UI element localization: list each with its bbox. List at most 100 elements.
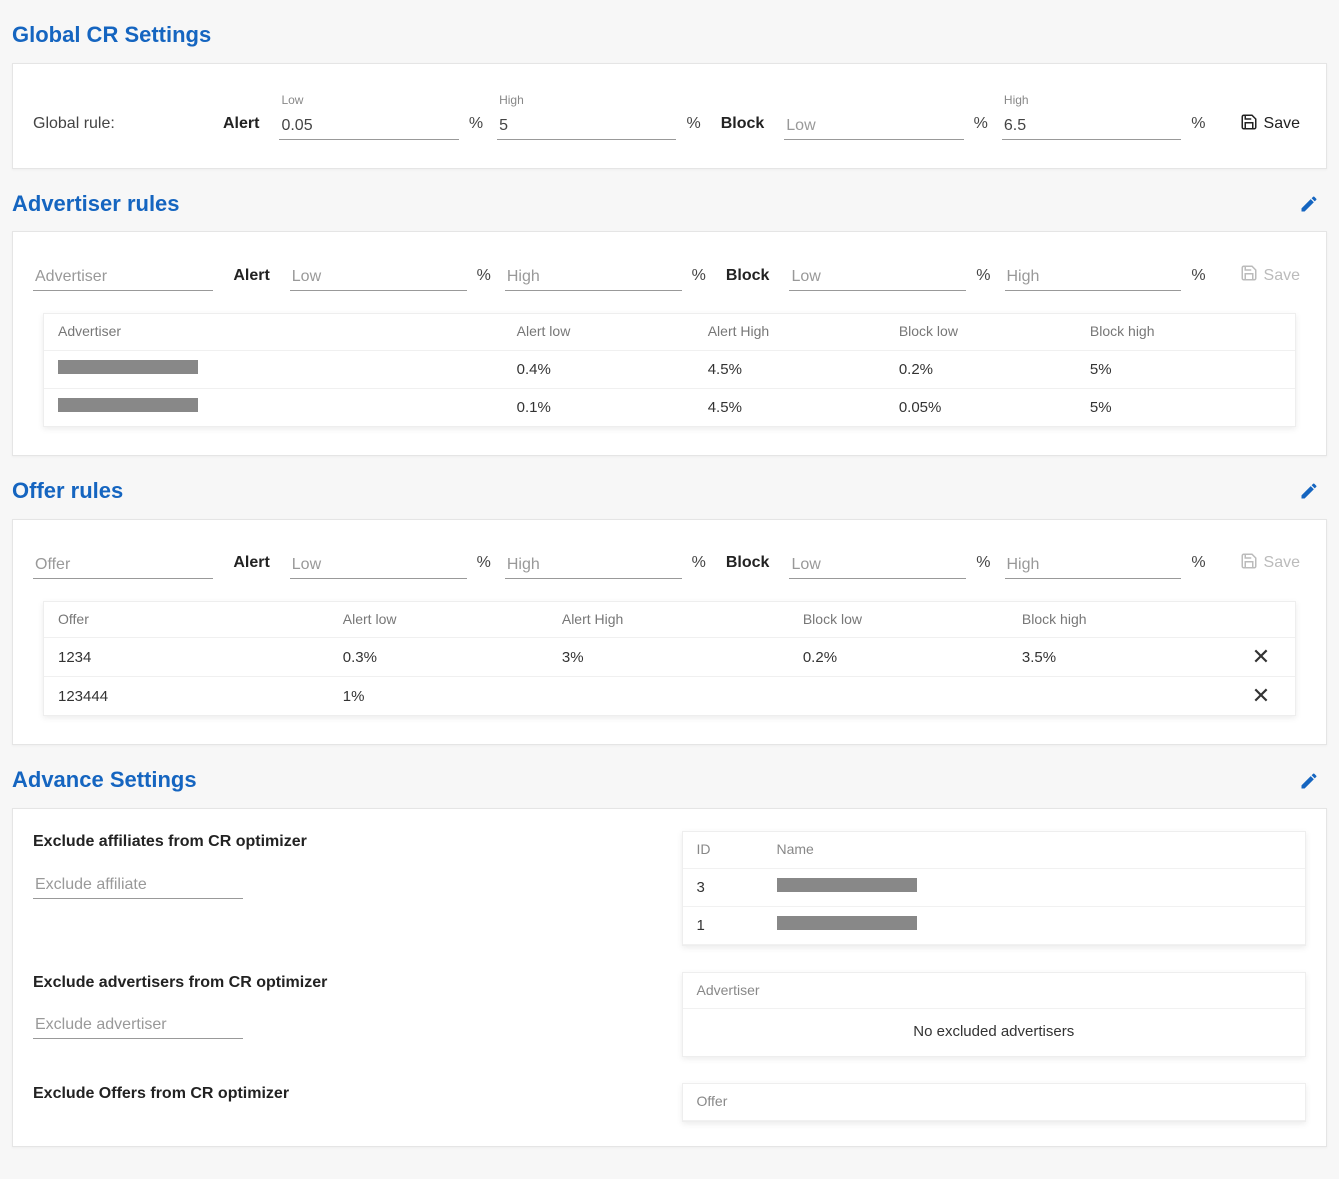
percent-sign: % (477, 265, 491, 291)
exclude-offers-title: Exclude Offers from CR optimizer (33, 1083, 658, 1105)
global-block-low-input[interactable] (784, 113, 963, 140)
offer-block-high-input[interactable] (1005, 552, 1182, 579)
exclude-affiliate-input[interactable] (33, 872, 243, 899)
advertiser-alert-high-input[interactable] (505, 264, 682, 291)
section-title-advance: Advance Settings (12, 765, 197, 796)
delete-row-icon[interactable]: ✕ (1241, 646, 1281, 668)
save-icon (1240, 552, 1258, 575)
advertiser-panel: Alert % % Block % % Save Advertiser Aler… (12, 231, 1327, 456)
table-row: 123444 1% ✕ (44, 677, 1295, 715)
cell-alert-high: 3% (562, 647, 803, 668)
advertiser-save-button[interactable]: Save (1234, 260, 1306, 291)
cell-alert-high: 4.5% (708, 397, 899, 418)
advertiser-entity-input[interactable] (33, 264, 213, 291)
cell-alert-high: 4.5% (708, 359, 899, 380)
low-label: Low (279, 92, 458, 109)
col-offer: Offer (58, 610, 343, 630)
col-alert-low: Alert low (343, 610, 562, 630)
global-alert-low-input[interactable] (279, 113, 458, 140)
edit-icon[interactable] (1299, 481, 1327, 501)
cell-alert-low: 0.3% (343, 647, 562, 668)
table-row: 3 (683, 869, 1306, 907)
offer-save-button[interactable]: Save (1234, 548, 1306, 579)
redacted-name (58, 398, 198, 412)
high-label: High (1002, 92, 1181, 109)
save-label: Save (1264, 115, 1300, 133)
block-label: Block (726, 265, 770, 291)
percent-sign: % (692, 552, 706, 578)
table-row: 1 (683, 907, 1306, 945)
cell-block-high: 5% (1090, 359, 1281, 380)
redacted-name (777, 916, 917, 930)
col-alert-high: Alert High (708, 322, 899, 342)
offer-block-low-input[interactable] (789, 552, 966, 579)
cell-block-high: 5% (1090, 397, 1281, 418)
alert-label: Alert (233, 552, 269, 578)
cell-block-high: 3.5% (1022, 647, 1241, 668)
save-label: Save (1264, 554, 1300, 572)
cell-id: 1 (697, 915, 777, 936)
percent-sign: % (976, 552, 990, 578)
redacted-name (777, 878, 917, 892)
section-title-global: Global CR Settings (12, 20, 211, 51)
percent-sign: % (477, 552, 491, 578)
exclude-affiliates-title: Exclude affiliates from CR optimizer (33, 831, 658, 853)
percent-sign: % (1191, 265, 1205, 291)
global-rule-label: Global rule: (33, 113, 173, 139)
cell-alert-low: 1% (343, 686, 562, 707)
col-alert-high: Alert High (562, 610, 803, 630)
save-icon (1240, 264, 1258, 287)
advertiser-table: Advertiser Alert low Alert High Block lo… (43, 313, 1296, 427)
delete-row-icon[interactable]: ✕ (1241, 685, 1281, 707)
global-block-high-input[interactable] (1002, 113, 1181, 140)
percent-sign: % (974, 113, 988, 139)
col-block-low: Block low (803, 610, 1022, 630)
advance-panel: Exclude affiliates from CR optimizer ID … (12, 808, 1327, 1147)
empty-state: No excluded advertisers (683, 1009, 1306, 1056)
percent-sign: % (976, 265, 990, 291)
col-offer: Offer (697, 1092, 1292, 1112)
block-label: Block (721, 113, 765, 139)
block-label: Block (726, 552, 770, 578)
cell-alert-low: 0.1% (517, 397, 708, 418)
cell-offer: 123444 (58, 686, 343, 707)
offer-entity-input[interactable] (33, 552, 213, 579)
cell-block-low: 0.2% (899, 359, 1090, 380)
global-save-button[interactable]: Save (1234, 109, 1306, 140)
offer-alert-low-input[interactable] (290, 552, 467, 579)
col-id: ID (697, 840, 777, 860)
edit-icon[interactable] (1299, 194, 1327, 214)
percent-sign: % (1191, 552, 1205, 578)
percent-sign: % (469, 113, 483, 139)
high-label: High (497, 92, 676, 109)
advertiser-block-high-input[interactable] (1005, 264, 1182, 291)
cell-alert-low: 0.4% (517, 359, 708, 380)
global-alert-high-input[interactable] (497, 113, 676, 140)
exclude-advertisers-title: Exclude advertisers from CR optimizer (33, 972, 658, 994)
cell-block-low: 0.05% (899, 397, 1090, 418)
exclude-advertiser-input[interactable] (33, 1012, 243, 1039)
percent-sign: % (692, 265, 706, 291)
advertiser-alert-low-input[interactable] (290, 264, 467, 291)
edit-icon[interactable] (1299, 771, 1327, 791)
col-name: Name (777, 840, 1292, 860)
table-row: 0.4% 4.5% 0.2% 5% (44, 351, 1295, 389)
alert-label: Alert (223, 113, 259, 139)
table-row: 1234 0.3% 3% 0.2% 3.5% ✕ (44, 638, 1295, 677)
col-block-high: Block high (1090, 322, 1281, 342)
offer-alert-high-input[interactable] (505, 552, 682, 579)
alert-label: Alert (233, 265, 269, 291)
offers-exclude-table: Offer (682, 1083, 1307, 1122)
col-alert-low: Alert low (517, 322, 708, 342)
save-icon (1240, 113, 1258, 136)
global-panel: Global rule: Alert Low % High % Block % (12, 63, 1327, 169)
save-label: Save (1264, 267, 1300, 285)
col-advertiser: Advertiser (697, 981, 1292, 1001)
redacted-name (58, 360, 198, 374)
cell-offer: 1234 (58, 647, 343, 668)
affiliates-table: ID Name 3 1 (682, 831, 1307, 946)
advertiser-block-low-input[interactable] (789, 264, 966, 291)
cell-block-low: 0.2% (803, 647, 1022, 668)
col-block-low: Block low (899, 322, 1090, 342)
table-row: 0.1% 4.5% 0.05% 5% (44, 389, 1295, 426)
